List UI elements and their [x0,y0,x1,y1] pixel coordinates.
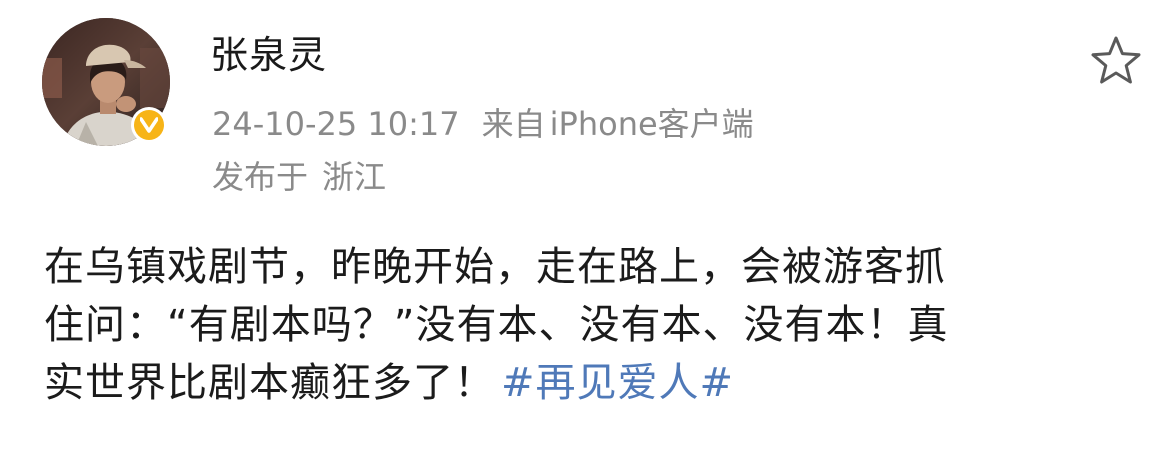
location-label: 发布于 [212,158,309,196]
post-text-line: 实世界比剧本癫狂多了！ #再见爱人# [44,354,1144,412]
weibo-post-card: 张泉灵 24-10-25 10:17 来自 iPhone客户端 发布于 浙江 在乌镇戏… [0,0,1176,460]
star-outline-icon [1091,36,1141,84]
hashtag-link[interactable]: #再见爱人# [501,360,734,406]
location-value: 浙江 [322,158,387,196]
post-text-line: 住问：“有剧本吗？”没有本、没有本、没有本！真 [44,302,949,348]
post-text-segment: 实世界比剧本癫狂多了！ [44,360,495,406]
post-timestamp: 24-10-25 10:17 [212,105,460,143]
post-text-line: 在乌镇戏剧节，昨晚开始，走在路上，会被游客抓 [44,244,946,290]
post-body: 在乌镇戏剧节，昨晚开始，走在路上，会被游客抓 住问：“有剧本吗？”没有本、没有本… [44,238,1144,412]
user-avatar-container[interactable] [42,18,170,146]
username[interactable]: 张泉灵 [210,30,327,80]
source-prefix: 来自 [481,105,546,143]
post-location: 发布于 浙江 [212,155,386,199]
favorite-button[interactable] [1088,34,1144,88]
verified-badge [131,107,167,143]
post-meta: 24-10-25 10:17 来自 iPhone客户端 [212,102,754,146]
source-app: iPhone客户端 [549,105,754,143]
verified-v-icon [134,110,164,140]
